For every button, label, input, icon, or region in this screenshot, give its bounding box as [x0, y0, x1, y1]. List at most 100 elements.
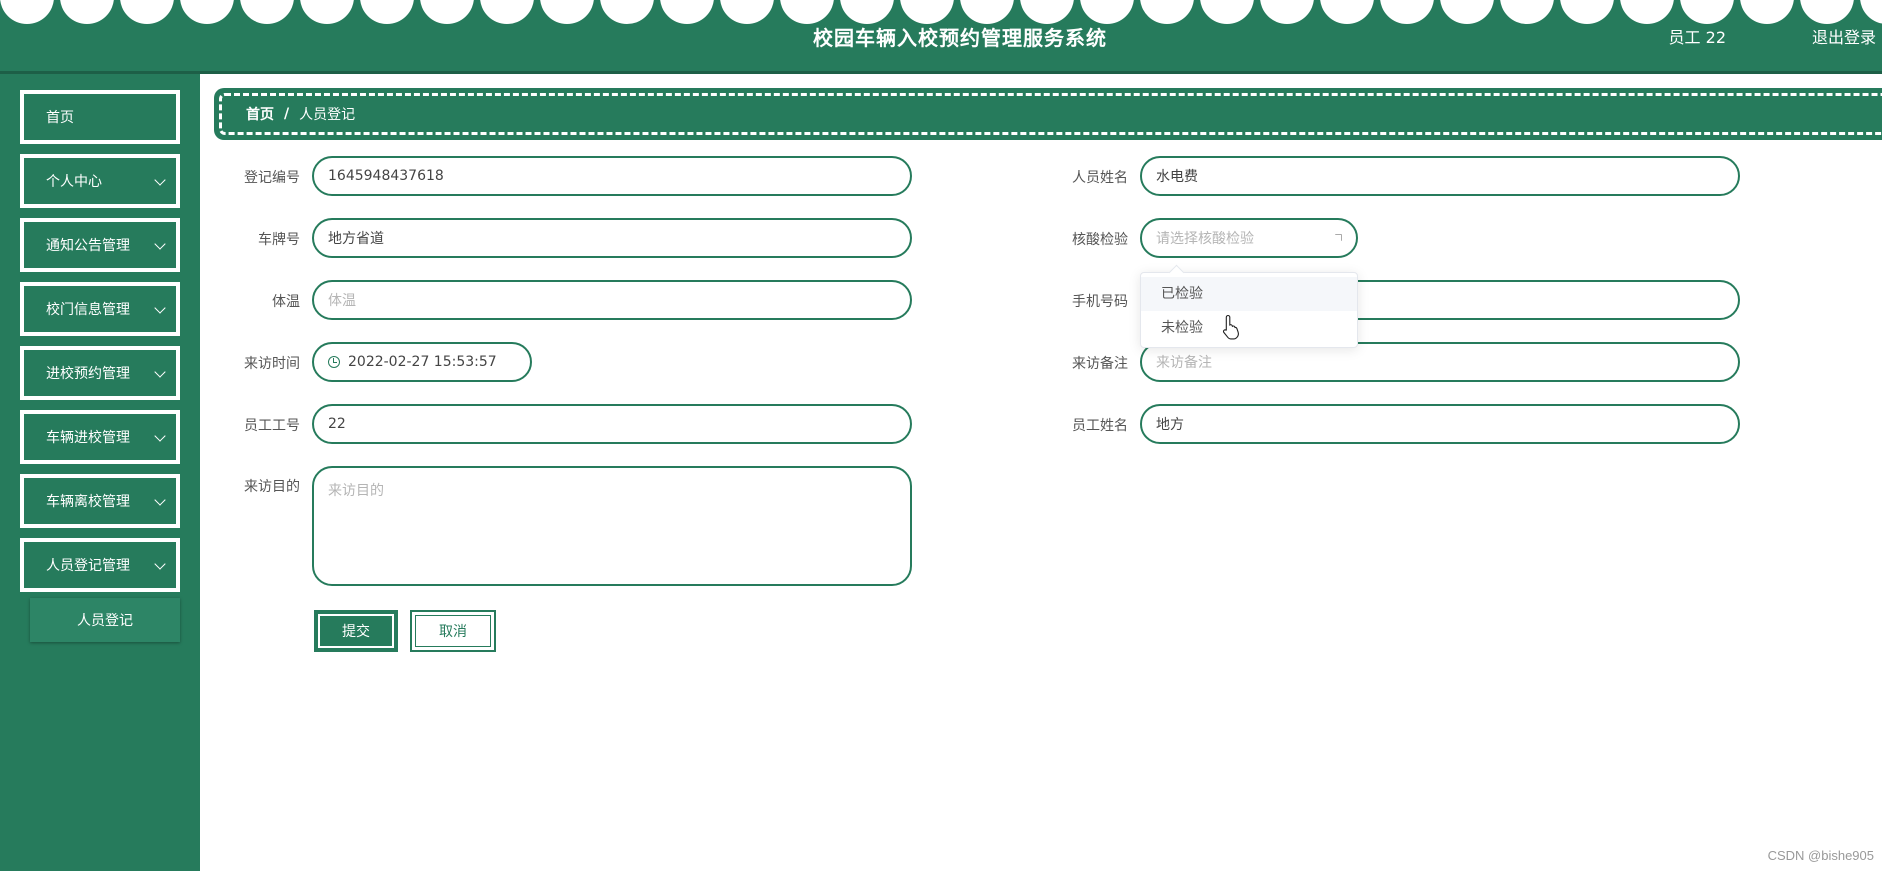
scallop-shape — [1320, 0, 1374, 24]
breadcrumb-inner: 首页 / 人员登记 — [219, 93, 1882, 135]
scallop-shape — [360, 0, 414, 24]
sidebar-item-label: 通知公告管理 — [46, 238, 130, 254]
breadcrumb: 首页 / 人员登记 — [214, 88, 1882, 140]
scallop-shape — [60, 0, 114, 24]
sidebar-item-label: 人员登记管理 — [46, 558, 130, 574]
nucleic-test-dropdown: 已检验 未检验 — [1140, 272, 1358, 348]
plate-input[interactable]: 地方省道 — [312, 218, 912, 258]
scallop-shape — [1500, 0, 1554, 24]
staff-name-value: 地方 — [1156, 417, 1184, 433]
sidebar-item-label: 校门信息管理 — [46, 302, 130, 318]
visit-note-placeholder: 来访备注 — [1156, 355, 1212, 371]
visit-note-label: 来访备注 — [1072, 356, 1128, 372]
breadcrumb-current: 人员登记 — [299, 107, 356, 123]
reg-no-value: 1645948437618 — [328, 168, 444, 184]
chevron-down-icon — [154, 494, 166, 506]
staff-no-value: 22 — [328, 416, 346, 432]
nucleic-test-placeholder: 请选择核酸检验 — [1156, 231, 1254, 247]
header-scallop-decoration — [0, 0, 1882, 24]
chevron-up-icon — [1335, 234, 1342, 241]
sidebar-item-label: 个人中心 — [46, 174, 102, 190]
scallop-shape — [0, 0, 54, 24]
scallop-shape — [1020, 0, 1074, 24]
chevron-down-icon — [154, 430, 166, 442]
scallop-shape — [300, 0, 354, 24]
scallop-shape — [780, 0, 834, 24]
scallop-shape — [1620, 0, 1674, 24]
chevron-down-icon — [154, 174, 166, 186]
nucleic-test-select[interactable]: 请选择核酸检验 — [1140, 218, 1358, 258]
visit-time-label: 来访时间 — [244, 356, 300, 372]
scallop-shape — [180, 0, 234, 24]
reg-no-input[interactable]: 1645948437618 — [312, 156, 912, 196]
purpose-label: 来访目的 — [244, 479, 300, 495]
clock-icon — [328, 356, 340, 368]
sidebar-item-person-registration-management[interactable]: 人员登记管理 — [20, 538, 180, 592]
sidebar-item-personal-center[interactable]: 个人中心 — [20, 154, 180, 208]
sidebar-item-notice-management[interactable]: 通知公告管理 — [20, 218, 180, 272]
staff-name-input[interactable]: 地方 — [1140, 404, 1740, 444]
scallop-shape — [1080, 0, 1134, 24]
scallop-shape — [900, 0, 954, 24]
scallop-shape — [1440, 0, 1494, 24]
sidebar-item-label: 车辆离校管理 — [46, 494, 130, 510]
scallop-shape — [720, 0, 774, 24]
scallop-shape — [240, 0, 294, 24]
person-name-label: 人员姓名 — [1072, 170, 1128, 186]
scallop-shape — [1380, 0, 1434, 24]
sidebar-item-entry-reservation-management[interactable]: 进校预约管理 — [20, 346, 180, 400]
person-name-input[interactable]: 水电费 — [1140, 156, 1740, 196]
scallop-shape — [1260, 0, 1314, 24]
submit-button[interactable]: 提交 — [314, 610, 398, 652]
chevron-down-icon — [154, 302, 166, 314]
watermark: CSDN @bishe905 — [1767, 848, 1874, 863]
sidebar-item-home[interactable]: 首页 — [20, 90, 180, 144]
scallop-shape — [1680, 0, 1734, 24]
logout-link[interactable]: 退出登录 — [1812, 24, 1876, 48]
sidebar-subitem-person-registration[interactable]: 人员登记 — [30, 598, 180, 642]
scallop-shape — [1740, 0, 1794, 24]
purpose-textarea[interactable]: 来访目的 — [312, 466, 912, 586]
scallop-shape — [120, 0, 174, 24]
scallop-shape — [960, 0, 1014, 24]
sidebar-item-label: 车辆进校管理 — [46, 430, 130, 446]
plate-label: 车牌号 — [258, 232, 300, 248]
sidebar-item-vehicle-exit-management[interactable]: 车辆离校管理 — [20, 474, 180, 528]
app-title: 校园车辆入校预约管理服务系统 — [813, 26, 1107, 50]
plate-value: 地方省道 — [328, 231, 384, 247]
temp-label: 体温 — [272, 294, 300, 310]
visit-time-picker[interactable]: 2022-02-27 15:53:57 — [312, 342, 532, 382]
staff-no-input[interactable]: 22 — [312, 404, 912, 444]
hand-pointer-cursor-icon — [1222, 314, 1239, 340]
staff-name-label: 员工姓名 — [1072, 418, 1128, 434]
scallop-shape — [660, 0, 714, 24]
person-name-value: 水电费 — [1156, 169, 1198, 185]
scallop-shape — [840, 0, 894, 24]
sidebar: 首页 个人中心 通知公告管理 校门信息管理 进校预约管理 车辆进校管理 车辆离校… — [0, 74, 200, 871]
header: 校园车辆入校预约管理服务系统 员工 22 退出登录 — [0, 0, 1882, 74]
scallop-shape — [1860, 0, 1882, 24]
visit-time-value: 2022-02-27 15:53:57 — [348, 354, 497, 370]
scallop-shape — [600, 0, 654, 24]
scallop-shape — [1200, 0, 1254, 24]
visit-note-input[interactable]: 来访备注 — [1140, 342, 1740, 382]
nucleic-test-label: 核酸检验 — [1072, 232, 1128, 248]
sidebar-item-vehicle-entry-management[interactable]: 车辆进校管理 — [20, 410, 180, 464]
phone-label: 手机号码 — [1072, 294, 1128, 310]
dropdown-option-untested[interactable]: 未检验 — [1141, 311, 1357, 345]
chevron-down-icon — [154, 558, 166, 570]
dropdown-option-tested[interactable]: 已检验 — [1141, 277, 1357, 311]
sidebar-item-label: 首页 — [46, 110, 74, 126]
user-name: 员工 22 — [1668, 28, 1726, 47]
cancel-button[interactable]: 取消 — [410, 610, 496, 652]
temp-input[interactable]: 体温 — [312, 280, 912, 320]
scallop-shape — [1560, 0, 1614, 24]
scallop-shape — [540, 0, 594, 24]
breadcrumb-home-link[interactable]: 首页 — [246, 104, 274, 124]
temp-placeholder: 体温 — [328, 293, 356, 309]
sidebar-item-label: 进校预约管理 — [46, 366, 130, 382]
sidebar-item-gate-info-management[interactable]: 校门信息管理 — [20, 282, 180, 336]
scallop-shape — [1800, 0, 1854, 24]
scallop-shape — [480, 0, 534, 24]
breadcrumb-separator: / — [284, 106, 290, 122]
